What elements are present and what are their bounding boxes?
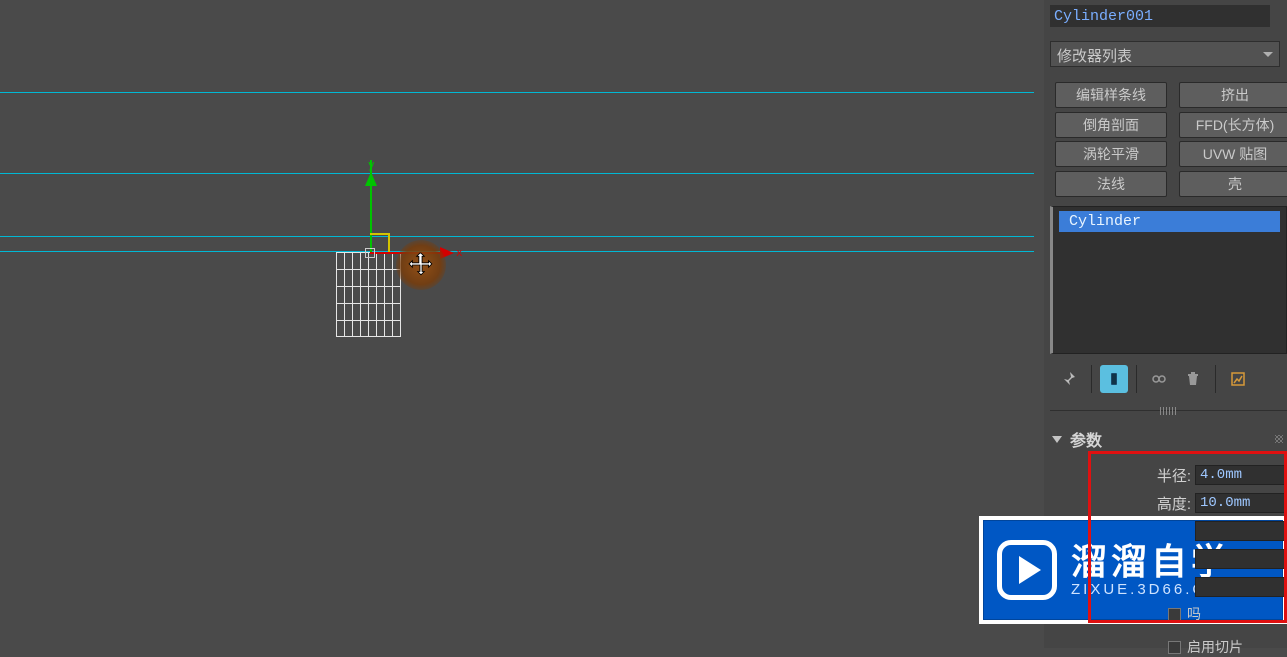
cap-segs-spinner[interactable]: [1195, 549, 1287, 569]
separator: [1136, 365, 1137, 393]
parameters-rollout-header[interactable]: 参数: [1052, 426, 1287, 452]
rollout-title: 参数: [1070, 427, 1102, 451]
modifier-normal-button[interactable]: 法线: [1055, 171, 1167, 197]
show-end-result-icon: [1106, 371, 1122, 387]
slice-label: 启用切片: [1187, 637, 1243, 657]
x-axis-label: x: [456, 248, 463, 260]
separator: [1215, 365, 1216, 393]
cursor-highlight: [396, 240, 446, 290]
cap-segs-input[interactable]: [1196, 551, 1287, 567]
stack-item-cylinder[interactable]: Cylinder: [1059, 211, 1280, 232]
play-icon: [1019, 556, 1041, 584]
sides-spinner[interactable]: [1195, 577, 1287, 597]
separator: [1091, 365, 1092, 393]
modifier-bevel-profile-button[interactable]: 倒角剖面: [1055, 112, 1167, 138]
wireframe-object[interactable]: [336, 252, 401, 337]
param-row-height-segs: [1092, 519, 1287, 543]
modifier-ffd-box-button[interactable]: FFD(长方体): [1179, 112, 1287, 138]
modifier-turbosmooth-button[interactable]: 涡轮平滑: [1055, 141, 1167, 167]
make-unique-button[interactable]: [1145, 365, 1173, 393]
modifier-stack[interactable]: Cylinder: [1050, 206, 1287, 354]
make-unique-icon: [1151, 371, 1167, 387]
radius-spinner[interactable]: [1195, 465, 1287, 485]
height-segs-input[interactable]: [1196, 523, 1287, 539]
param-row-height: 高度:: [1092, 491, 1287, 515]
height-segs-spinner[interactable]: [1195, 521, 1287, 541]
smooth-checkbox-row[interactable]: 吗: [1168, 604, 1287, 624]
configure-sets-button[interactable]: [1224, 365, 1252, 393]
object-name-field[interactable]: [1050, 5, 1270, 27]
watermark-logo: [997, 540, 1057, 600]
guide-line: [0, 173, 1034, 174]
pin-stack-button[interactable]: [1055, 365, 1083, 393]
guide-line: [0, 236, 1034, 237]
sides-input[interactable]: [1196, 579, 1287, 595]
checkbox-icon[interactable]: [1168, 641, 1181, 654]
height-spinner[interactable]: [1195, 493, 1287, 513]
modifier-edit-spline-button[interactable]: 编辑样条线: [1055, 82, 1167, 108]
radius-label: 半径:: [1105, 465, 1191, 486]
param-row-cap-segs: [1092, 547, 1287, 571]
trash-icon: [1185, 371, 1201, 387]
modifier-shell-button[interactable]: 壳: [1179, 171, 1287, 197]
modifier-list-label: 修改器列表: [1057, 48, 1132, 65]
guide-line: [0, 251, 1034, 252]
modifier-uvw-map-button[interactable]: UVW 贴图: [1179, 141, 1287, 167]
modifier-stack-toolbar: [1055, 362, 1287, 396]
checkbox-icon[interactable]: [1168, 608, 1181, 621]
slice-checkbox-row[interactable]: 启用切片: [1168, 637, 1287, 657]
chevron-down-icon: [1052, 436, 1062, 443]
height-input[interactable]: [1196, 495, 1287, 511]
param-row-radius: 半径:: [1092, 463, 1287, 487]
panel-divider[interactable]: [1050, 410, 1287, 418]
smooth-label: 吗: [1187, 604, 1201, 624]
modifier-list-dropdown[interactable]: 修改器列表: [1050, 41, 1280, 67]
configure-icon: [1230, 371, 1246, 387]
show-end-result-button[interactable]: [1100, 365, 1128, 393]
delete-modifier-button[interactable]: [1179, 365, 1207, 393]
param-row-sides: [1092, 575, 1287, 599]
modifier-extrude-button[interactable]: 挤出: [1179, 82, 1287, 108]
height-label: 高度:: [1105, 493, 1191, 514]
pin-icon: [1061, 371, 1077, 387]
viewport[interactable]: y x: [0, 0, 1034, 648]
radius-input[interactable]: [1196, 467, 1287, 483]
guide-line: [0, 92, 1034, 93]
rollout-drag-handle[interactable]: [1275, 435, 1283, 443]
gizmo-origin[interactable]: [365, 248, 375, 258]
